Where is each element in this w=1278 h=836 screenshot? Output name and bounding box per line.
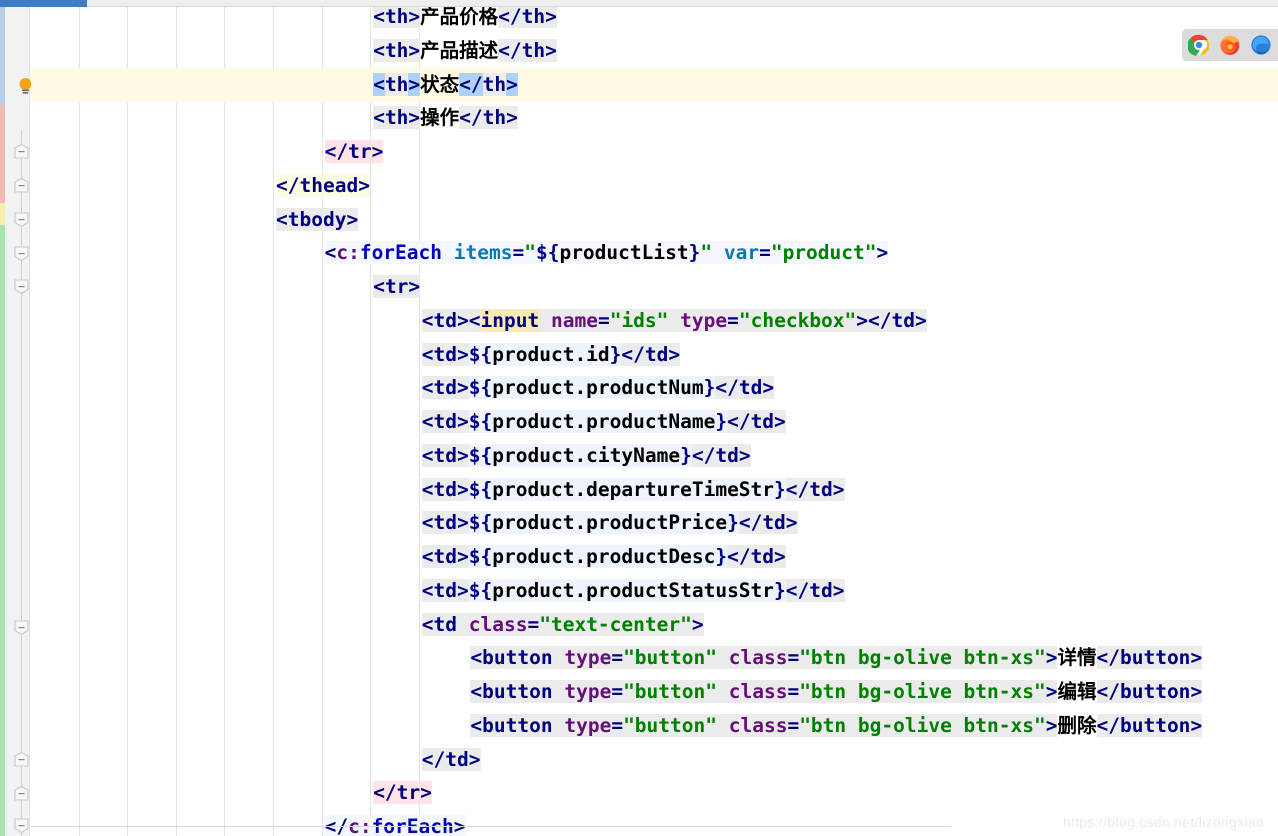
code-line[interactable]: <td>${product.productNum}</td> xyxy=(421,371,775,405)
indent-guide xyxy=(370,7,372,836)
code-line[interactable]: </td> xyxy=(421,743,481,777)
code-line[interactable]: <tbody> xyxy=(276,203,359,237)
edge-icon[interactable] xyxy=(1250,34,1272,56)
code-line[interactable]: <tr> xyxy=(373,270,421,304)
code-line[interactable]: <th>产品描述</th> xyxy=(373,34,557,68)
code-line[interactable]: <td>${product.productDesc}</td> xyxy=(421,540,786,574)
code-line[interactable]: <th>操作</th> xyxy=(373,101,518,135)
code-line[interactable]: <td>${product.id}</td> xyxy=(421,338,681,372)
firefox-icon[interactable] xyxy=(1219,34,1241,56)
code-line[interactable]: <button type="button" class="btn bg-oliv… xyxy=(470,709,1203,743)
fold-marker-8[interactable] xyxy=(14,818,29,833)
chrome-icon[interactable] xyxy=(1187,34,1210,56)
editor-text-area[interactable]: <th>产品价格</th> <th>产品描述</th> <th>状态</th> <th… xyxy=(31,7,1278,836)
code-line[interactable]: <td>${product.departureTimeStr}</td> xyxy=(421,473,845,507)
code-line[interactable]: </c:forEach> xyxy=(324,810,466,836)
fold-marker-6[interactable] xyxy=(14,752,29,767)
top-scrollbar-track[interactable] xyxy=(0,0,1278,7)
fold-marker-3[interactable] xyxy=(14,246,29,261)
code-line[interactable]: </thead> xyxy=(276,169,370,203)
fold-marker-5[interactable] xyxy=(14,620,29,635)
caret-line xyxy=(31,67,1278,102)
indent-guide xyxy=(273,7,274,836)
indent-guide xyxy=(321,7,323,836)
code-line[interactable]: <td>${product.productStatusStr}</td> xyxy=(421,574,845,608)
watermark: https://blog.csdn.net/lizongxiao xyxy=(1062,814,1264,830)
code-line[interactable]: <td>${product.productPrice}</td> xyxy=(421,506,798,540)
fold-marker-2[interactable] xyxy=(14,212,29,227)
code-line[interactable]: <td>${product.productName}</td> xyxy=(421,405,786,439)
gutter-fold-markers[interactable] xyxy=(5,0,32,836)
code-line[interactable]: <button type="button" class="btn bg-oliv… xyxy=(470,641,1203,675)
code-line[interactable]: <td class="text-center"> xyxy=(421,608,704,642)
code-line[interactable]: <th>状态</th> xyxy=(373,68,518,102)
fold-spine xyxy=(21,130,22,836)
code-line[interactable]: <button type="button" class="btn bg-oliv… xyxy=(470,675,1203,709)
indent-guide xyxy=(127,7,129,836)
code-line[interactable]: <td><input name="ids" type="checkbox"></… xyxy=(421,304,927,338)
code-line[interactable]: </tr> xyxy=(324,135,384,169)
browser-launch-bar[interactable] xyxy=(1182,29,1278,61)
indent-guide xyxy=(78,7,80,836)
indent-guide xyxy=(224,7,226,836)
fold-marker-1[interactable] xyxy=(14,178,29,193)
code-line[interactable]: <td>${product.cityName}</td> xyxy=(421,439,751,473)
horizontal-rule xyxy=(31,826,951,827)
fold-marker-0[interactable] xyxy=(14,144,29,159)
code-line[interactable]: </tr> xyxy=(373,776,432,810)
ide-editor-window: <th>产品价格</th> <th>产品描述</th> <th>状态</th> <th… xyxy=(0,0,1278,836)
indent-guide xyxy=(175,7,177,836)
fold-marker-4[interactable] xyxy=(14,279,29,294)
fold-marker-7[interactable] xyxy=(14,786,29,801)
code-line[interactable]: <c:forEach items="${productList}" var="p… xyxy=(324,236,889,270)
code-line[interactable]: <th>产品价格</th> xyxy=(373,7,557,34)
